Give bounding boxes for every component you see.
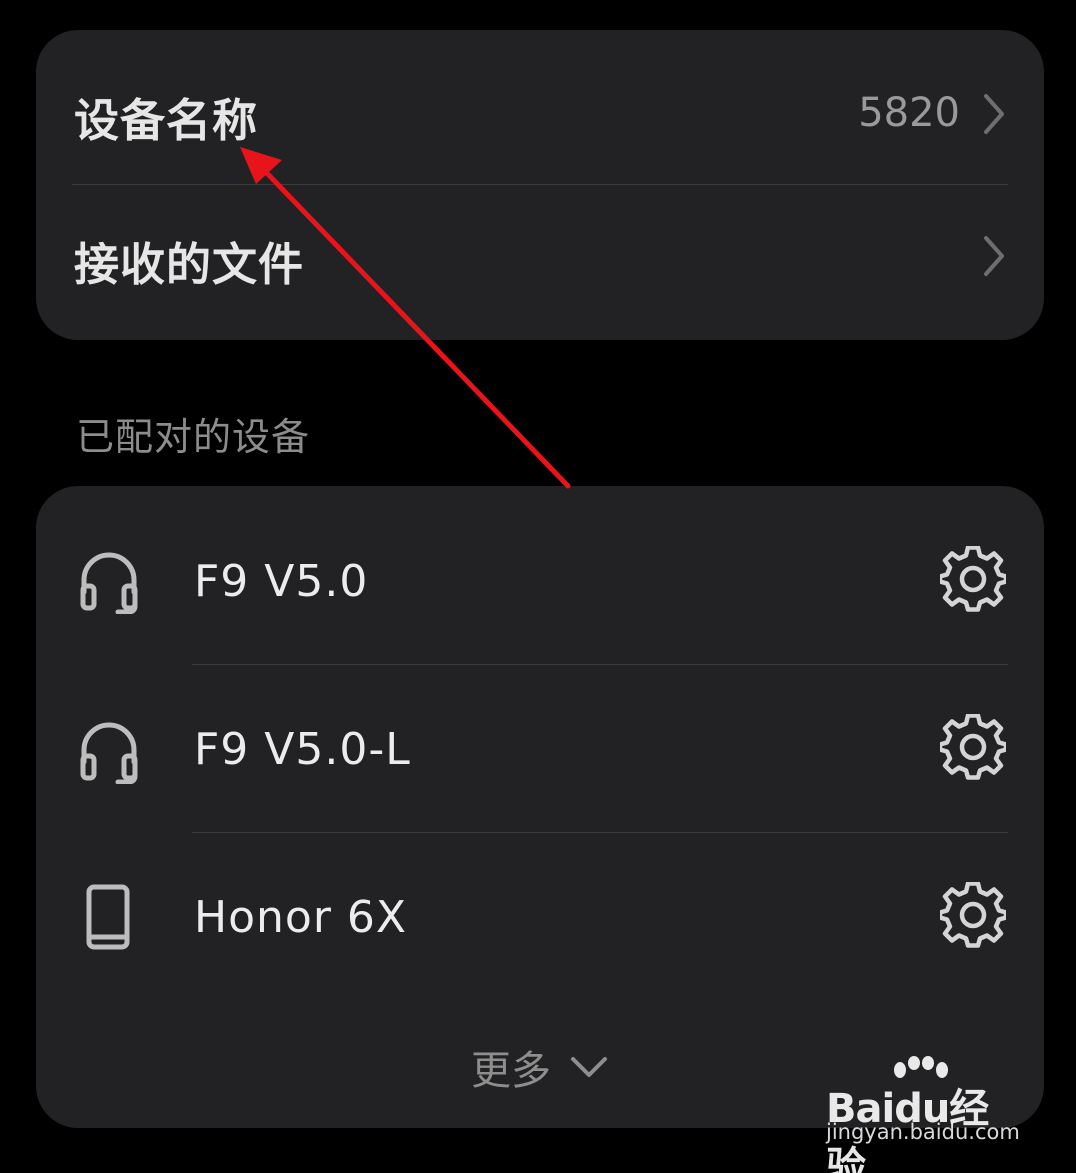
paired-devices-title: 已配对的设备 [76, 415, 311, 459]
baidu-watermark: Baidu经验 jingyan.baidu.com [826, 1056, 1026, 1173]
chevron-down-icon [571, 1057, 607, 1077]
headphones-icon [80, 722, 138, 784]
device-name: F9 V5.0-L [194, 724, 411, 775]
phone-icon [86, 884, 130, 950]
device-name-row[interactable]: 设备名称 5820 [36, 30, 1044, 185]
chevron-right-icon [984, 236, 1004, 276]
top-settings-card: 设备名称 5820 接收的文件 [36, 30, 1044, 340]
received-files-row[interactable]: 接收的文件 [36, 185, 1044, 340]
gear-icon[interactable] [940, 714, 1006, 780]
chevron-right-icon [984, 94, 1004, 134]
device-name-value: 5820 [858, 90, 960, 136]
more-label: 更多 [471, 1048, 551, 1094]
watermark-url: jingyan.baidu.com [826, 1120, 1020, 1144]
device-name-label: 设备名称 [74, 94, 259, 147]
device-name: F9 V5.0 [194, 556, 369, 607]
headphones-icon [80, 552, 138, 614]
gear-icon[interactable] [940, 546, 1006, 612]
device-name: Honor 6X [194, 892, 408, 943]
device-row[interactable]: F9 V5.0 [36, 486, 1044, 664]
paired-devices-card: F9 V5.0 F9 V5.0-L Honor 6X 更多 [36, 486, 1044, 1128]
device-row[interactable]: F9 V5.0-L [36, 664, 1044, 832]
gear-icon[interactable] [940, 882, 1006, 948]
device-row[interactable]: Honor 6X [36, 832, 1044, 1000]
received-files-label: 接收的文件 [74, 238, 305, 291]
bluetooth-settings-screen: 设备名称 5820 接收的文件 已配对的设备 F9 V5.0 F9 V5.0-L… [0, 0, 1076, 1173]
